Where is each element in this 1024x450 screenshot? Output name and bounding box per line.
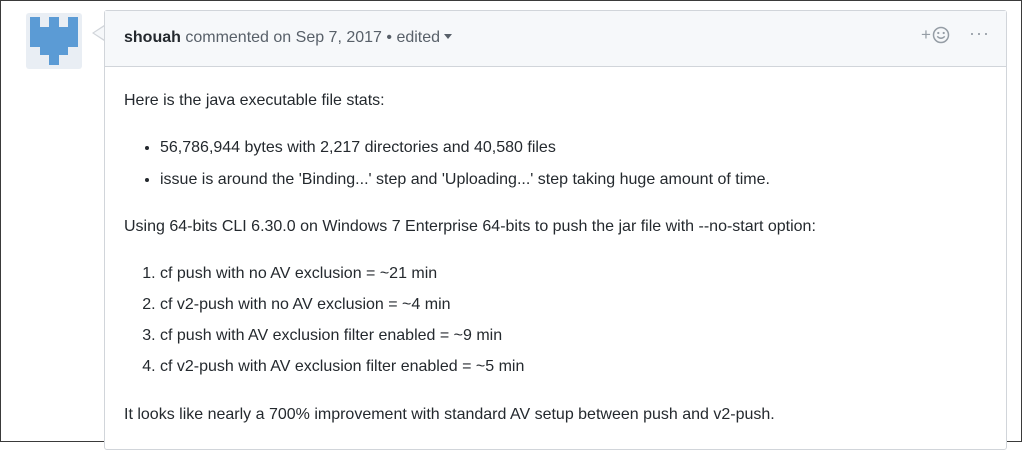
list-item: cf v2-push with no AV exclusion = ~4 min bbox=[160, 293, 524, 324]
list-item: cf v2-push with AV exclusion filter enab… bbox=[160, 355, 524, 386]
comment-box: shouah commented on Sep 7, 2017 • edited… bbox=[104, 10, 1007, 450]
kebab-horizontal-icon[interactable]: ··· bbox=[969, 23, 990, 44]
identicon-avatar bbox=[30, 17, 78, 65]
list-item: issue is around the 'Binding...' step an… bbox=[160, 168, 770, 200]
intro-text: Here is the java executable file stats: bbox=[124, 92, 385, 109]
smiley-icon bbox=[932, 26, 950, 44]
avatar[interactable] bbox=[26, 13, 82, 69]
add-reaction-button[interactable]: + bbox=[921, 25, 950, 45]
edited-label: edited bbox=[396, 29, 441, 46]
edited-dropdown[interactable]: edited bbox=[396, 29, 453, 46]
stats-list: 56,786,944 bytes with 2,217 directories … bbox=[124, 136, 770, 200]
comment-date[interactable]: Sep 7, 2017 bbox=[296, 29, 382, 46]
results-list: cf push with no AV exclusion = ~21 min c… bbox=[124, 262, 524, 386]
separator-dot: • bbox=[386, 29, 392, 46]
conclusion-text: It looks like nearly a 700% improvement … bbox=[124, 406, 775, 423]
list-item: 56,786,944 bytes with 2,217 directories … bbox=[160, 136, 770, 168]
list-item: cf push with no AV exclusion = ~21 min bbox=[160, 262, 524, 293]
comment-meta: shouah commented on Sep 7, 2017 • edited bbox=[124, 29, 453, 47]
author-link[interactable]: shouah bbox=[124, 29, 181, 46]
setup-text: Using 64-bits CLI 6.30.0 on Windows 7 En… bbox=[124, 218, 816, 235]
comment-action: commented on bbox=[185, 29, 292, 46]
plus-icon: + bbox=[921, 25, 931, 44]
list-item: cf push with AV exclusion filter enabled… bbox=[160, 324, 524, 355]
comment-header: shouah commented on Sep 7, 2017 • edited… bbox=[105, 11, 1006, 67]
chevron-down-icon bbox=[444, 34, 453, 40]
